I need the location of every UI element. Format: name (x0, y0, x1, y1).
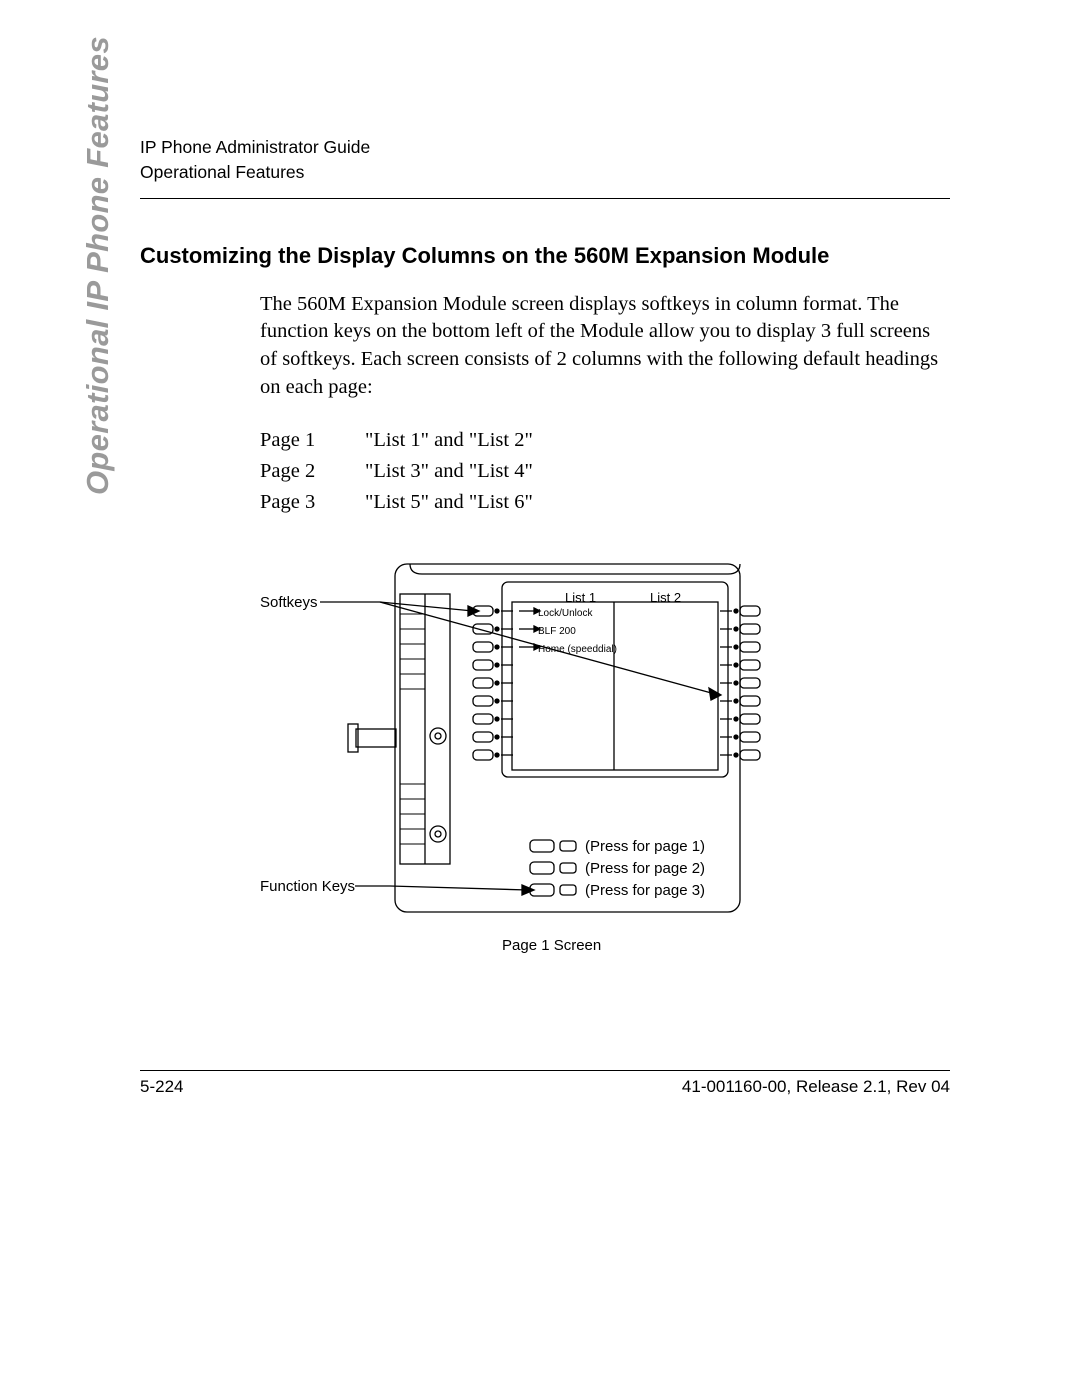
footer-doc-id: 41-001160-00, Release 2.1, Rev 04 (682, 1077, 950, 1097)
page-cell: Page 3 (260, 487, 365, 518)
callout-softkeys: Softkeys (260, 594, 318, 611)
content-column: The 560M Expansion Module screen display… (260, 291, 950, 925)
footer-page-number: 5-224 (140, 1077, 183, 1097)
column-header-list2: List 2 (650, 590, 681, 605)
page-cell: Page 1 (260, 425, 365, 456)
table-row: Page 1 "List 1" and "List 2" (260, 425, 533, 456)
intro-paragraph: The 560M Expansion Module screen display… (260, 291, 950, 402)
page-cell: Page 2 (260, 456, 365, 487)
press-page-3: (Press for page 3) (585, 882, 705, 899)
cols-cell: "List 3" and "List 4" (365, 456, 533, 487)
header-rule (140, 198, 950, 199)
expansion-module-figure: Softkeys Function Keys List 1 List 2 Loc… (260, 554, 950, 924)
page-columns-table: Page 1 "List 1" and "List 2" Page 2 "Lis… (260, 425, 533, 518)
column-header-list1: List 1 (565, 590, 596, 605)
header-line-1: IP Phone Administrator Guide (140, 135, 950, 160)
press-page-2: (Press for page 2) (585, 860, 705, 877)
screen-row-3: Home (speeddial) (538, 644, 617, 655)
callout-function-keys: Function Keys (260, 878, 355, 895)
section-title: Customizing the Display Columns on the 5… (140, 243, 950, 269)
screen-row-2: BLF 200 (538, 626, 576, 637)
header-line-2: Operational Features (140, 160, 950, 185)
press-page-1: (Press for page 1) (585, 838, 705, 855)
page-header: IP Phone Administrator Guide Operational… (140, 135, 950, 186)
footer-rule (140, 1070, 950, 1071)
cols-cell: "List 5" and "List 6" (365, 487, 533, 518)
document-page: IP Phone Administrator Guide Operational… (0, 0, 1080, 1397)
table-row: Page 2 "List 3" and "List 4" (260, 456, 533, 487)
figure-caption: Page 1 Screen (502, 937, 601, 954)
page-footer: 5-224 41-001160-00, Release 2.1, Rev 04 (140, 1070, 950, 1097)
table-row: Page 3 "List 5" and "List 6" (260, 487, 533, 518)
side-tab-label: Operational IP Phone Features (80, 36, 116, 495)
screen-row-1: Lock/Unlock (538, 608, 592, 619)
cols-cell: "List 1" and "List 2" (365, 425, 533, 456)
